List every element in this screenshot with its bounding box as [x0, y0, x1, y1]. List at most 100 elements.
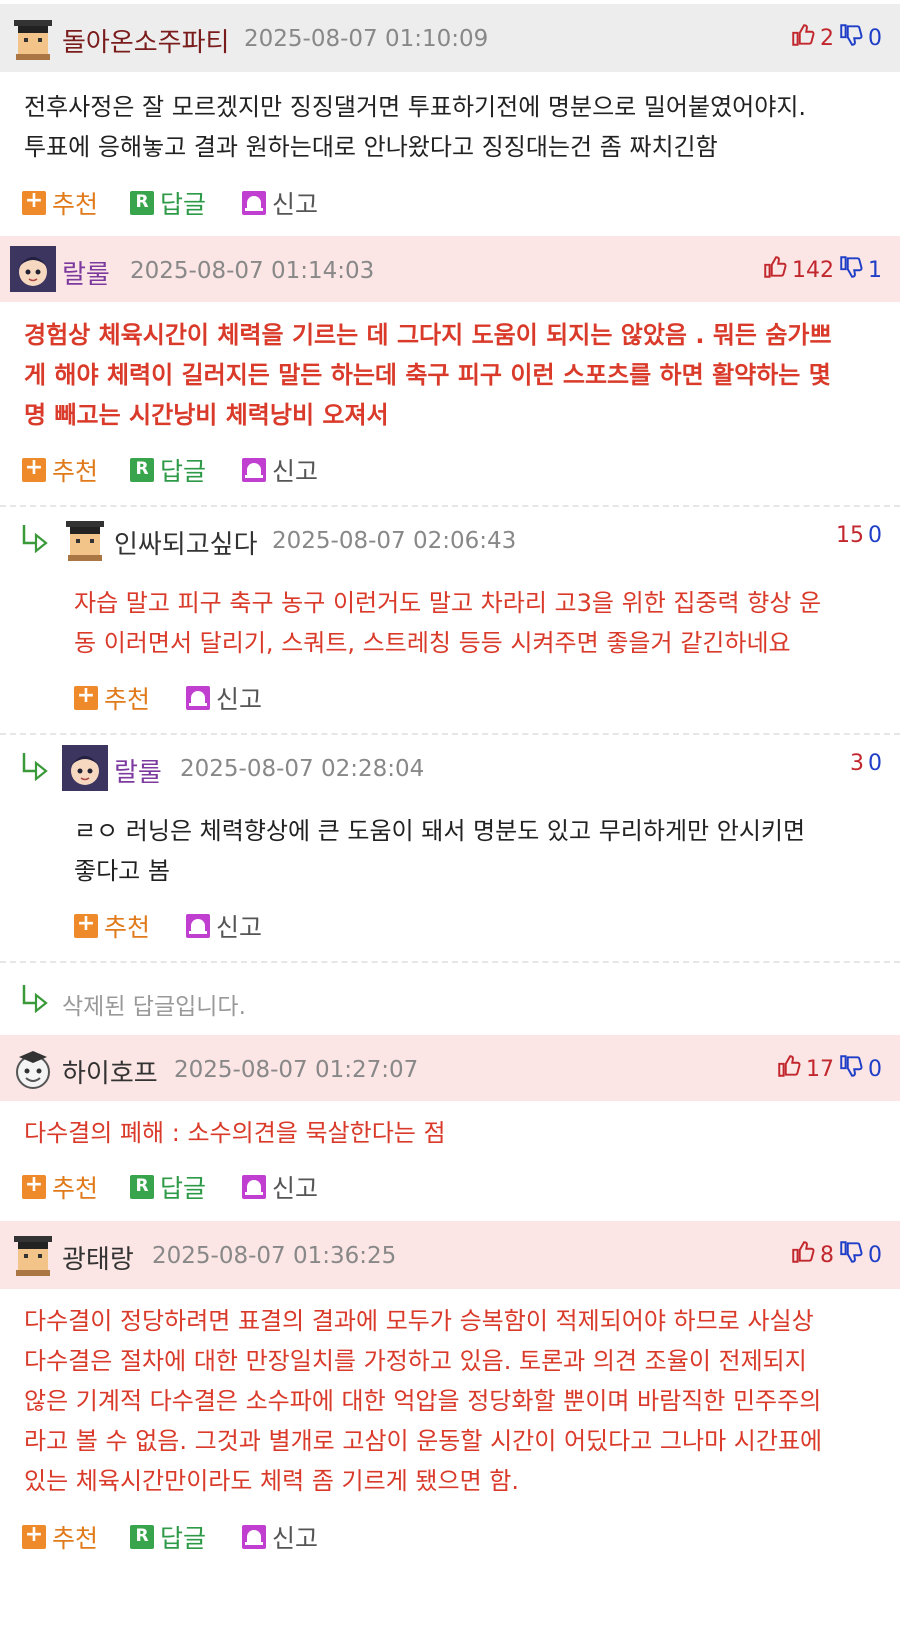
upvote-count: 2: [820, 25, 834, 51]
comment-body: 경험상 체육시간이 체력을 기르는 데 그다지 도움이 되지는 않았음 . 뭐든…: [0, 302, 900, 435]
recommend-button[interactable]: 추천: [22, 452, 98, 488]
reply-arrow-icon: [22, 753, 48, 781]
reply-line: 좋다고 봄: [74, 857, 170, 885]
upvote-count: 15: [836, 523, 864, 548]
comment-body: 전후사정은 잘 모르겠지만 징징댈거면 투표하기전에 명분으로 밀어붙였어야지.…: [0, 72, 900, 167]
comment: 돌아온소주파티 2025-08-07 01:10:09 2 0 전후사정은 잘 …: [0, 4, 900, 236]
comment-date: 2025-08-07 01:27:07: [174, 1057, 419, 1083]
reply-date: 2025-08-07 02:28:04: [180, 756, 425, 782]
reply-icon: [130, 1175, 154, 1199]
upvote-count: 3: [850, 751, 864, 776]
report-label: 신고: [272, 457, 319, 486]
avatar[interactable]: [62, 517, 108, 563]
recommend-button[interactable]: 추천: [22, 1519, 98, 1555]
thumbs-up-icon[interactable]: [790, 22, 816, 54]
plus-icon: [22, 1522, 46, 1549]
comment-line: 다수결이 정당하려면 표결의 결과에 모두가 승복함이 적제되어야 하므로 사실…: [24, 1307, 814, 1335]
reply-actions: 추천 신고: [0, 891, 900, 961]
reply-line: 자습 말고 피구 축구 농구 이런거도 말고 차라리 고3을 위한 집중력 향상…: [74, 589, 822, 617]
avatar[interactable]: [62, 745, 108, 791]
vote-counts: 3 0: [850, 751, 882, 776]
comment-line: 전후사정은 잘 모르겠지만 징징댈거면 투표하기전에 명분으로 밀어붙였어야지.: [24, 93, 807, 121]
reply-label: 답글: [160, 457, 207, 486]
thumbs-down-icon[interactable]: [838, 254, 864, 286]
vote-counts: 17 0: [776, 1053, 882, 1085]
downvote-count: 1: [868, 257, 882, 283]
thumbs-down-icon[interactable]: [838, 1053, 864, 1085]
thumbs-down-icon[interactable]: [838, 22, 864, 54]
comment-line: 있는 체육시간만이라도 체력 좀 기르게 됐으면 함.: [24, 1467, 520, 1495]
recommend-button[interactable]: 추천: [22, 185, 98, 221]
thumbs-up-icon[interactable]: [776, 1053, 802, 1085]
reply-label: 답글: [160, 190, 207, 219]
author-name[interactable]: 인싸되고싶다: [114, 524, 258, 561]
vote-counts: 142 1: [762, 254, 882, 286]
plus-icon: [22, 1172, 46, 1199]
reply-arrow-icon: [22, 525, 48, 553]
report-label: 신고: [216, 685, 263, 714]
report-button[interactable]: 신고: [186, 680, 262, 716]
reply-line: ㄹㅇ 러닝은 체력향상에 큰 도움이 돼서 명분도 있고 무리하게만 안시키면: [74, 817, 806, 845]
upvote-count: 17: [806, 1056, 834, 1082]
reply-button[interactable]: 답글: [130, 185, 206, 221]
avatar[interactable]: [10, 1045, 56, 1091]
report-button[interactable]: 신고: [242, 452, 318, 488]
siren-icon: [242, 1175, 266, 1199]
recommend-button[interactable]: 추천: [22, 1169, 98, 1205]
recommend-button[interactable]: 추천: [74, 908, 150, 944]
author-name[interactable]: 랄룰: [62, 254, 110, 291]
avatar[interactable]: [10, 1232, 56, 1278]
recommend-label: 추천: [104, 913, 151, 942]
thumbs-up-icon[interactable]: [762, 254, 788, 286]
reply-date: 2025-08-07 02:06:43: [272, 528, 517, 554]
report-button[interactable]: 신고: [242, 185, 318, 221]
recommend-label: 추천: [52, 1524, 99, 1553]
reply-line: 동 이러면서 달리기, 스쿼트, 스트레칭 등등 시켜주면 좋을거 같긴하네요: [74, 629, 791, 657]
plus-icon: [74, 683, 98, 710]
comment-date: 2025-08-07 01:10:09: [244, 26, 489, 52]
comment-actions: 추천 답글 신고: [0, 167, 900, 236]
reply-button[interactable]: 답글: [130, 1519, 206, 1555]
reply-header: 인싸되고싶다 2025-08-07 02:06:43 15 0: [0, 507, 900, 569]
report-button[interactable]: 신고: [242, 1519, 318, 1555]
recommend-label: 추천: [104, 685, 151, 714]
plus-icon: [74, 911, 98, 938]
vote-counts: 8 0: [790, 1239, 882, 1271]
comment-date: 2025-08-07 01:36:25: [152, 1243, 397, 1269]
report-label: 신고: [216, 913, 263, 942]
report-button[interactable]: 신고: [186, 908, 262, 944]
recommend-button[interactable]: 추천: [74, 680, 150, 716]
comment-line: 명 빼고는 시간낭비 체력낭비 오져서: [24, 401, 389, 429]
vote-counts: 15 0: [836, 523, 882, 548]
thumbs-down-icon[interactable]: [838, 1239, 864, 1271]
author-name[interactable]: 돌아온소주파티: [62, 22, 229, 59]
downvote-count: 0: [868, 1242, 882, 1268]
report-label: 신고: [272, 190, 319, 219]
report-button[interactable]: 신고: [242, 1169, 318, 1205]
comment-actions: 추천 답글 신고: [0, 435, 900, 505]
comment-actions: 추천 답글 신고: [0, 1153, 900, 1221]
comment-header: 하이호프 2025-08-07 01:27:07 17 0: [0, 1035, 900, 1101]
reply-body: ㄹㅇ 러닝은 체력향상에 큰 도움이 돼서 명분도 있고 무리하게만 안시키면 …: [0, 797, 900, 891]
comment-line: 투표에 응해놓고 결과 원하는대로 안나왔다고 징징대는건 좀 짜치긴함: [24, 133, 718, 161]
author-name[interactable]: 광태랑: [62, 1239, 134, 1276]
reply-button[interactable]: 답글: [130, 1169, 206, 1205]
reply-arrow-icon: [22, 985, 48, 1013]
reply: 랄룰 2025-08-07 02:28:04 3 0 ㄹㅇ 러닝은 체력향상에 …: [0, 735, 900, 961]
comment-body: 다수결이 정당하려면 표결의 결과에 모두가 승복함이 적제되어야 하므로 사실…: [0, 1289, 900, 1501]
author-name[interactable]: 하이호프: [62, 1053, 158, 1090]
recommend-label: 추천: [52, 190, 99, 219]
author-name[interactable]: 랄룰: [114, 752, 162, 789]
reply-header: 랄룰 2025-08-07 02:28:04 3 0: [0, 735, 900, 797]
downvote-count: 0: [868, 1056, 882, 1082]
comment-actions: 추천 답글 신고: [0, 1501, 900, 1561]
downvote-count: 0: [868, 751, 882, 776]
comment-header: 광태랑 2025-08-07 01:36:25 8 0: [0, 1221, 900, 1289]
avatar[interactable]: [10, 246, 56, 292]
plus-icon: [22, 455, 46, 482]
avatar[interactable]: [10, 16, 56, 62]
thumbs-up-icon[interactable]: [790, 1239, 816, 1271]
downvote-count: 0: [868, 25, 882, 51]
reply-button[interactable]: 답글: [130, 452, 206, 488]
upvote-count: 8: [820, 1242, 834, 1268]
